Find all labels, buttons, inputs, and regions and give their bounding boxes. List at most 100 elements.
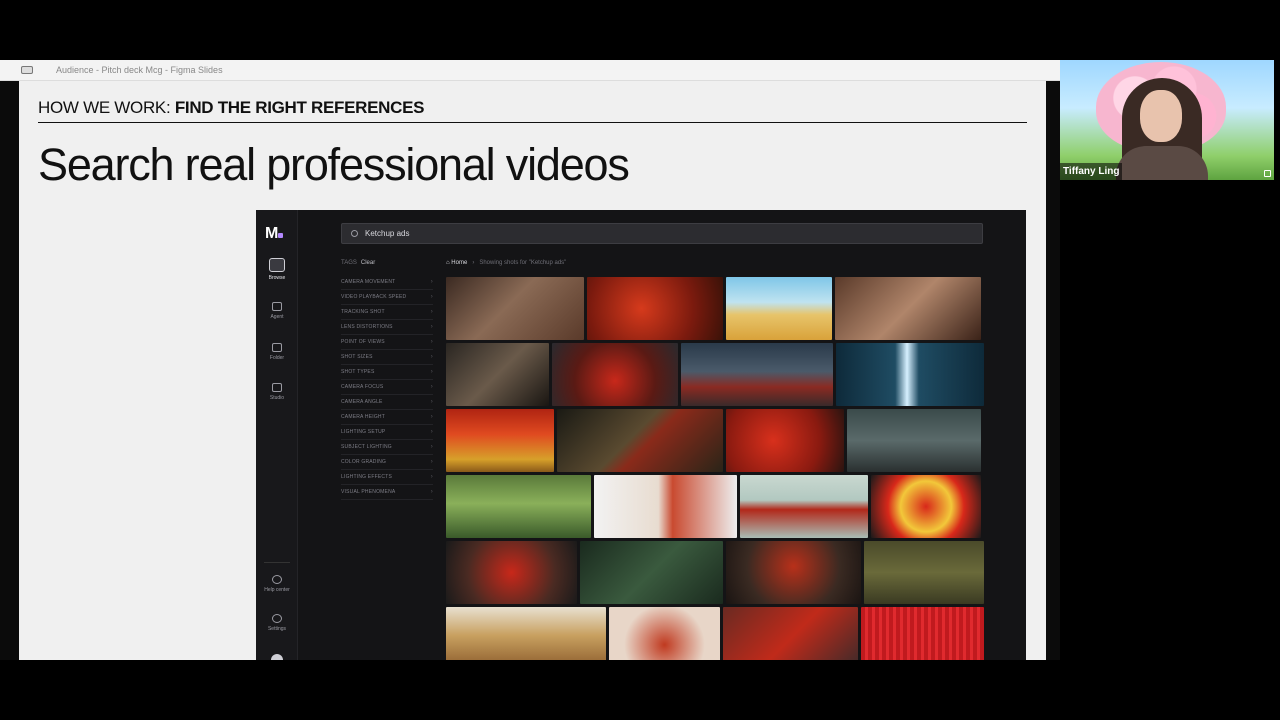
video-thumbnail[interactable] <box>446 277 584 340</box>
participant-video[interactable]: Tiffany Ling <box>1060 60 1274 180</box>
chevron-right-icon: › <box>430 339 433 345</box>
video-thumbnail[interactable] <box>580 541 723 604</box>
rail-item-browse[interactable]: Browse <box>256 258 298 281</box>
tag-row[interactable]: SUBJECT LIGHTING › <box>341 440 433 455</box>
search-input[interactable]: Ketchup ads <box>341 223 983 244</box>
video-thumbnail[interactable] <box>552 343 678 406</box>
video-thumbnail[interactable] <box>726 409 844 472</box>
chevron-right-icon: › <box>430 474 433 480</box>
participant-face <box>1140 90 1182 142</box>
chevron-right-icon: › <box>430 324 433 330</box>
app-screenshot: M Browse Agent Folder Studio Help center… <box>256 210 1026 660</box>
participant-body <box>1116 146 1208 180</box>
video-thumbnail[interactable] <box>835 277 981 340</box>
video-thumbnail[interactable] <box>446 343 549 406</box>
tag-label: CAMERA FOCUS <box>341 384 384 390</box>
tag-label: LIGHTING EFFECTS <box>341 474 392 480</box>
tag-row[interactable]: TRACKING SHOT › <box>341 305 433 320</box>
video-thumbnail[interactable] <box>726 277 832 340</box>
rail-label-agent: Agent <box>270 314 284 320</box>
expand-icon[interactable] <box>1264 170 1271 177</box>
app-sidebar-rail: M Browse Agent Folder Studio Help center… <box>256 210 298 660</box>
slide-title: Search real professional videos <box>38 139 630 190</box>
chevron-right-icon: › <box>468 260 478 266</box>
breadcrumb-home[interactable]: Home <box>451 260 467 266</box>
video-thumbnail[interactable] <box>847 409 981 472</box>
results-row <box>446 343 984 406</box>
rail-item-studio[interactable]: Studio <box>256 383 298 401</box>
window-icon <box>21 66 33 74</box>
chevron-right-icon: › <box>430 429 433 435</box>
tag-row[interactable]: POINT OF VIEWS › <box>341 335 433 350</box>
video-thumbnail[interactable] <box>740 475 868 538</box>
video-thumbnail[interactable] <box>726 541 861 604</box>
tag-label: SUBJECT LIGHTING <box>341 444 392 450</box>
results-row <box>446 475 984 538</box>
video-thumbnail[interactable] <box>871 475 981 538</box>
video-thumbnail[interactable] <box>681 343 833 406</box>
tag-label: CAMERA MOVEMENT <box>341 279 396 285</box>
rail-label-folder: Folder <box>269 355 285 361</box>
video-thumbnail[interactable] <box>587 277 723 340</box>
video-thumbnail[interactable] <box>446 409 554 472</box>
rail-item-settings[interactable]: Settings <box>256 614 298 632</box>
app-logo[interactable]: M <box>265 225 287 243</box>
tag-row[interactable]: CAMERA ANGLE › <box>341 395 433 410</box>
chevron-right-icon: › <box>430 489 433 495</box>
tag-label: POINT OF VIEWS <box>341 339 385 345</box>
tag-list: CAMERA MOVEMENT › VIDEO PLAYBACK SPEED › TRA… <box>341 275 433 500</box>
video-thumbnail[interactable] <box>446 475 591 538</box>
rail-label-settings: Settings <box>267 626 287 632</box>
tag-row[interactable]: LENS DISTORTIONS › <box>341 320 433 335</box>
chevron-right-icon: › <box>430 369 433 375</box>
video-thumbnail[interactable] <box>836 343 984 406</box>
tag-row[interactable]: SHOT SIZES › <box>341 350 433 365</box>
video-thumbnail[interactable] <box>557 409 723 472</box>
tag-row[interactable]: SHOT TYPES › <box>341 365 433 380</box>
tag-label: CAMERA HEIGHT <box>341 414 385 420</box>
tag-row[interactable]: CAMERA HEIGHT › <box>341 410 433 425</box>
tag-row[interactable]: LIGHTING SETUP › <box>341 425 433 440</box>
tag-row[interactable]: CAMERA MOVEMENT › <box>341 275 433 290</box>
rail-item-folder[interactable]: Folder <box>256 343 298 361</box>
tag-label: VISUAL PHENOMENA <box>341 489 396 495</box>
results-row <box>446 277 984 340</box>
tag-label: VIDEO PLAYBACK SPEED <box>341 294 407 300</box>
tags-header: TAGS Clear <box>341 260 433 266</box>
rail-item-help[interactable]: Help center <box>256 575 298 593</box>
tag-row[interactable]: COLOR GRADING › <box>341 455 433 470</box>
search-query: Ketchup ads <box>365 229 410 238</box>
results-row <box>446 607 984 660</box>
tags-panel: TAGS Clear CAMERA MOVEMENT › VIDEO PLAYBACK… <box>341 260 433 500</box>
video-thumbnail[interactable] <box>446 541 577 604</box>
rail-label-browse: Browse <box>268 275 286 281</box>
window-title-bar: Audience - Pitch deck Mcg - Figma Slides <box>0 60 1060 81</box>
video-thumbnail[interactable] <box>861 607 984 660</box>
chevron-right-icon: › <box>430 444 433 450</box>
tag-label: CAMERA ANGLE <box>341 399 383 405</box>
tag-row[interactable]: VIDEO PLAYBACK SPEED › <box>341 290 433 305</box>
help-icon <box>272 575 282 584</box>
video-thumbnail[interactable] <box>864 541 984 604</box>
home-icon[interactable]: ⌂ <box>446 260 450 266</box>
tag-label: LENS DISTORTIONS <box>341 324 393 330</box>
slide: HOW WE WORK: FIND THE RIGHT REFERENCES S… <box>19 81 1046 660</box>
breadcrumb: ⌂ Home › Showing shots for "Ketchup ads" <box>446 260 566 266</box>
agent-icon <box>272 302 282 311</box>
rail-item-agent[interactable]: Agent <box>256 302 298 320</box>
video-thumbnail[interactable] <box>446 607 607 660</box>
video-thumbnail[interactable] <box>594 475 737 538</box>
chevron-right-icon: › <box>430 309 433 315</box>
tag-row[interactable]: VISUAL PHENOMENA › <box>341 485 433 500</box>
video-thumbnail[interactable] <box>609 607 720 660</box>
results-grid <box>446 277 984 660</box>
tags-title: TAGS <box>341 260 357 266</box>
tag-row[interactable]: LIGHTING EFFECTS › <box>341 470 433 485</box>
studio-icon <box>272 383 282 392</box>
tags-clear-button[interactable]: Clear <box>361 260 375 266</box>
results-row <box>446 409 984 472</box>
tag-row[interactable]: CAMERA FOCUS › <box>341 380 433 395</box>
avatar[interactable] <box>271 654 283 660</box>
chevron-right-icon: › <box>430 279 433 285</box>
video-thumbnail[interactable] <box>722 607 859 660</box>
